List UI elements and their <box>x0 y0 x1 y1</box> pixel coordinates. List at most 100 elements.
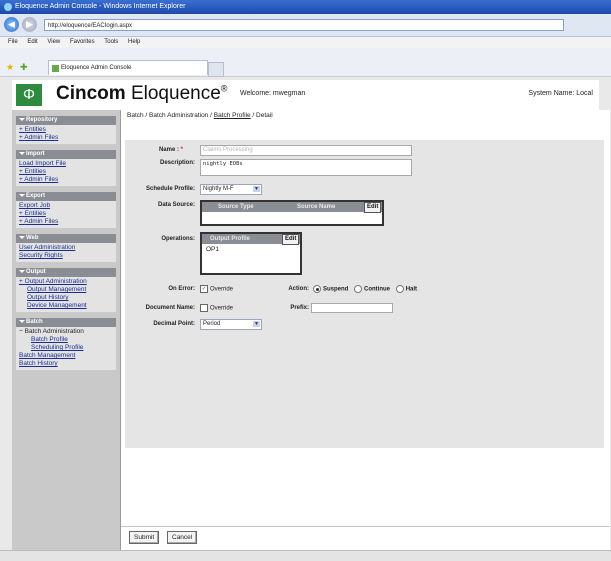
schedule-profile-select[interactable]: Nightly M-F ▼ <box>200 184 262 195</box>
operations-label: Operations: <box>161 236 195 242</box>
name-input[interactable]: Claims Processing <box>200 145 412 156</box>
back-arrow-icon[interactable]: ◀ <box>4 17 19 32</box>
action-suspend-label: Suspend <box>323 286 349 293</box>
description-textarea[interactable]: nightly EOBs <box>200 159 412 176</box>
sidebar-item-import-admin-files[interactable]: + Admin Files <box>19 176 113 184</box>
section-header-web[interactable]: Web <box>16 234 116 243</box>
address-field[interactable]: http://eloquence/EACIogin.aspx <box>44 19 564 31</box>
sidebar-item-repository-entities[interactable]: + Entities <box>19 126 113 134</box>
browser-title: Eloquence Admin Console - Windows Intern… <box>15 3 186 10</box>
menu-tools[interactable]: Tools <box>104 39 118 45</box>
new-tab-button[interactable] <box>208 62 224 77</box>
sidebar-item-import-entities[interactable]: + Entities <box>19 168 113 176</box>
action-continue-label: Continue <box>364 286 391 293</box>
sidebar-item-output-history[interactable]: Output History <box>19 294 113 302</box>
menu-view[interactable]: View <box>47 39 60 45</box>
chevron-down-icon: ▼ <box>253 321 260 327</box>
sidebar-item-output-administration[interactable]: + Output Administration <box>19 278 113 286</box>
ie-logo-icon <box>4 3 12 11</box>
sidebar-item-scheduling-profile[interactable]: Scheduling Profile <box>19 344 113 352</box>
tab-label: Eloquence Admin Console <box>61 65 132 71</box>
on-error-override[interactable]: ✓ Override <box>200 285 233 293</box>
schedule-profile-label: Schedule Profile: <box>145 186 195 192</box>
sidebar-item-output-management[interactable]: Output Management <box>19 286 113 294</box>
breadcrumb-batch-administration[interactable]: Batch Administration <box>149 112 208 119</box>
sidebar-item-batch-profile[interactable]: Batch Profile <box>19 336 113 344</box>
action-halt-radio[interactable] <box>395 285 404 293</box>
on-error-override-checkbox[interactable]: ✓ <box>200 285 208 293</box>
action-continue-radio[interactable] <box>354 285 363 293</box>
sidebar: Repository + Entities + Admin Files Impo… <box>12 110 121 560</box>
data-source-grid: Source Type Source Name Edit <box>200 200 384 226</box>
breadcrumb: Batch / Batch Administration / Batch Pro… <box>127 112 273 119</box>
operations-edit-button[interactable]: Edit <box>282 234 300 245</box>
forward-arrow-icon[interactable]: ▶ <box>22 17 37 32</box>
tab-bar: ★ ✚ Eloquence Admin Console <box>0 48 611 77</box>
favorites-star-icon[interactable]: ★ <box>6 62 14 73</box>
sidebar-section-batch: Batch − Batch Administration Batch Profi… <box>16 318 116 370</box>
data-source-grid-header: Source Type Source Name Edit <box>202 202 382 213</box>
section-header-import[interactable]: Import <box>16 150 116 159</box>
menu-edit[interactable]: Edit <box>27 39 37 45</box>
action-radio-group: Suspend Continue Halt <box>309 285 417 293</box>
sidebar-item-export-entities[interactable]: + Entities <box>19 210 113 218</box>
operation-row[interactable]: OP1 <box>202 244 300 255</box>
sidebar-item-user-administration[interactable]: User Administration <box>19 244 113 252</box>
data-source-label: Data Source: <box>157 202 195 208</box>
batch-profile-form: Name : * Claims Processing Description: … <box>125 140 604 448</box>
submit-button[interactable]: Submit <box>129 531 160 544</box>
document-name-override-checkbox[interactable] <box>200 304 208 312</box>
sidebar-item-batch-history[interactable]: Batch History <box>19 360 113 368</box>
menu-file[interactable]: File <box>8 39 18 45</box>
breadcrumb-batch-profile[interactable]: Batch Profile <box>214 112 251 119</box>
document-name-override[interactable]: Override <box>200 304 233 312</box>
column-output-profile: Output Profile <box>210 236 250 242</box>
sidebar-item-batch-administration[interactable]: − Batch Administration <box>19 328 113 336</box>
column-source-name: Source Name <box>297 204 336 210</box>
sidebar-item-repository-admin-files[interactable]: + Admin Files <box>19 134 113 142</box>
sidebar-section-repository: Repository + Entities + Admin Files <box>16 116 116 144</box>
sidebar-item-load-import-file[interactable]: Load Import File <box>19 160 113 168</box>
cancel-button[interactable]: Cancel <box>167 531 198 544</box>
browser-status-bar <box>0 550 611 561</box>
system-name: System Name: Local <box>528 90 593 97</box>
menu-help[interactable]: Help <box>128 39 140 45</box>
brand-cincom: Cincom <box>56 83 126 104</box>
sidebar-item-device-management[interactable]: Device Management <box>19 302 113 310</box>
sidebar-item-export-admin-files[interactable]: + Admin Files <box>19 218 113 226</box>
prefix-label: Prefix: <box>290 305 309 311</box>
prefix-input[interactable] <box>311 303 393 313</box>
browser-title-bar: Eloquence Admin Console - Windows Intern… <box>0 0 611 14</box>
data-source-edit-button[interactable]: Edit <box>364 202 382 213</box>
decimal-point-label: Decimal Point: <box>153 321 195 327</box>
action-halt-label: Halt <box>405 286 418 293</box>
brand-registered: ® <box>220 83 228 94</box>
action-suspend-radio[interactable] <box>313 285 321 293</box>
chevron-down-icon: ▼ <box>253 186 260 192</box>
menu-bar: File Edit View Favorites Tools Help <box>0 37 611 48</box>
sidebar-section-import: Import Load Import File + Entities + Adm… <box>16 150 116 186</box>
description-label: Description: <box>159 160 195 166</box>
breadcrumb-batch[interactable]: Batch <box>127 112 144 119</box>
operations-grid-header: Output Profile Edit <box>202 234 300 245</box>
sidebar-item-export-job[interactable]: Export Job <box>19 202 113 210</box>
section-header-repository[interactable]: Repository <box>16 116 116 125</box>
add-favorite-icon[interactable]: ✚ <box>20 62 28 73</box>
brand-wordmark: Cincom Eloquence® <box>56 83 227 105</box>
decimal-point-select[interactable]: Period ▼ <box>200 319 262 330</box>
sidebar-item-security-rights[interactable]: Security Rights <box>19 252 113 260</box>
menu-favorites[interactable]: Favorites <box>70 39 95 45</box>
section-header-output[interactable]: Output <box>16 268 116 277</box>
action-label: Action: <box>288 286 309 292</box>
sidebar-item-batch-management[interactable]: Batch Management <box>19 352 113 360</box>
form-footer: Submit Cancel <box>121 526 610 547</box>
name-label: Name : * <box>158 147 183 153</box>
tab-favicon-icon <box>52 65 59 72</box>
on-error-label: On Error: <box>168 286 195 292</box>
section-header-batch[interactable]: Batch <box>16 318 116 327</box>
document-name-label: Document Name: <box>145 305 195 311</box>
breadcrumb-detail: Detail <box>256 112 273 119</box>
section-header-export[interactable]: Export <box>16 192 116 201</box>
required-marker: * <box>180 147 183 153</box>
browser-tab[interactable]: Eloquence Admin Console <box>48 60 208 75</box>
